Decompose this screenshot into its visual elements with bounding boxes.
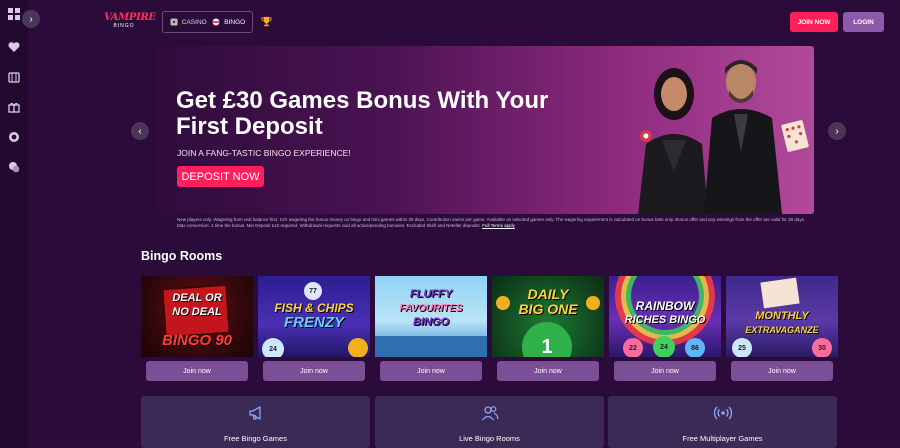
mode-switch: CASINO BINGO (162, 11, 253, 33)
card-label: Live Bingo Rooms (459, 434, 520, 443)
room-image: MONTHLY EXTRAVAGANZE 25 30 (726, 276, 838, 357)
chevron-left-icon: ‹ (138, 125, 142, 137)
room-image: DAILY BIG ONE 1 (492, 276, 604, 357)
room-card-fluffy-favourites[interactable]: FLUFFY FAVOURITES BINGO Join now (375, 276, 487, 382)
casino-icon (170, 18, 178, 26)
room-title-line2: RICHES BINGO (624, 314, 706, 326)
bingo-icon (212, 18, 220, 26)
logo[interactable]: VAMPIRE BINGO (104, 12, 156, 33)
room-title-line1: DEAL OR (172, 292, 222, 304)
mode-casino[interactable]: CASINO (170, 18, 207, 26)
room-title-line1: DAILY (527, 286, 569, 302)
mode-casino-label: CASINO (181, 18, 207, 26)
card-live-bingo-rooms[interactable]: Live Bingo Rooms (375, 396, 604, 448)
bingo-ball: 22 (623, 338, 643, 357)
room-card-monthly-extravaganze[interactable]: MONTHLY EXTRAVAGANZE 25 30 Join now (726, 276, 838, 382)
mode-bingo-label: BINGO (224, 18, 246, 26)
bingo-rooms-list: DEAL OR NO DEAL BINGO 90 Join now 77 FIS… (141, 276, 838, 382)
room-title-line1: MONTHLY (755, 310, 809, 322)
hero-people-image (638, 60, 809, 214)
full-terms-link[interactable]: Full Terms apply (482, 223, 515, 228)
bingo-ball (348, 338, 368, 357)
card-label: Free Multiplayer Games (682, 434, 763, 443)
chevron-right-icon: › (835, 125, 839, 137)
join-now-button[interactable]: JOIN NOW (790, 12, 838, 32)
logo-wordmark: VAMPIRE (104, 12, 156, 23)
bingo-ball: 30 (812, 338, 832, 357)
hero-subtitle: JOIN A FANG-TASTIC BINGO EXPERIENCE! (177, 148, 351, 158)
bingo-ball-one: 1 (522, 322, 572, 357)
trophy-icon[interactable] (261, 16, 272, 27)
carousel-prev-button[interactable]: ‹ (131, 122, 149, 140)
bingo-ball: 86 (685, 338, 705, 357)
deposit-now-button[interactable]: DEPOSIT NOW (177, 166, 264, 187)
room-title-line3: BINGO (412, 316, 450, 328)
room-title-line2: FRENZY (284, 314, 344, 331)
chip-icon[interactable] (6, 129, 22, 145)
bingo-rooms-title: Bingo Rooms (141, 249, 223, 263)
hero-title: Get £30 Games Bonus With Your First Depo… (176, 87, 549, 140)
room-card-fish-chips-frenzy[interactable]: 77 FISH & CHIPS FRENZY 24 Join now (258, 276, 370, 382)
coin-graphic (586, 296, 600, 310)
card-free-bingo-games[interactable]: Free Bingo Games (141, 396, 370, 448)
gift-icon[interactable] (6, 99, 22, 115)
heart-icon[interactable] (6, 39, 22, 55)
sidebar (0, 0, 28, 448)
room-title-line1: FLUFFY (409, 288, 453, 300)
mode-bingo[interactable]: BINGO (212, 18, 245, 26)
room-image: RAINBOW RICHES BINGO 22 24 86 (609, 276, 721, 357)
room-card-daily-big-one[interactable]: DAILY BIG ONE 1 Join now (492, 276, 604, 382)
bingo-ball: 24 (653, 336, 675, 357)
join-room-button[interactable]: Join now (380, 361, 482, 381)
room-card-deal-or-no-deal[interactable]: DEAL OR NO DEAL BINGO 90 Join now (141, 276, 253, 382)
join-room-button[interactable]: Join now (263, 361, 365, 381)
hero-banner: Get £30 Games Bonus With Your First Depo… (156, 46, 814, 214)
join-room-button[interactable]: Join now (731, 361, 833, 381)
room-title-line2: BIG ONE (518, 301, 578, 317)
bingo-ball: 25 (732, 338, 752, 357)
logo-subtitle: BINGO (113, 23, 135, 29)
join-room-button[interactable]: Join now (497, 361, 599, 381)
grid-icon[interactable] (6, 6, 22, 22)
carousel-next-button[interactable]: › (828, 122, 846, 140)
sea-graphic (375, 336, 487, 357)
card-free-multiplayer-games[interactable]: Free Multiplayer Games (608, 396, 837, 448)
login-button[interactable]: LOGIN (843, 12, 884, 32)
broadcast-icon (713, 406, 732, 420)
casino-icon[interactable] (6, 69, 22, 85)
ticket-graphic (760, 277, 800, 309)
chat-icon[interactable] (6, 159, 22, 175)
card-label: Free Bingo Games (224, 434, 287, 443)
room-title-line3: BINGO 90 (161, 332, 233, 349)
room-title-line2: FAVOURITES (399, 303, 463, 314)
room-image: FLUFFY FAVOURITES BINGO (375, 276, 487, 357)
join-room-button[interactable]: Join now (146, 361, 248, 381)
bingo-ball: 77 (304, 282, 322, 300)
header: VAMPIRE BINGO CASINO BINGO JOIN NOW LOGI… (28, 0, 900, 44)
room-image: DEAL OR NO DEAL BINGO 90 (141, 276, 253, 357)
room-image: 77 FISH & CHIPS FRENZY 24 (258, 276, 370, 357)
join-room-button[interactable]: Join now (614, 361, 716, 381)
room-card-rainbow-riches[interactable]: RAINBOW RICHES BINGO 22 24 86 Join now (609, 276, 721, 382)
room-title-line1: RAINBOW (635, 299, 695, 313)
megaphone-icon (248, 406, 261, 420)
users-icon (481, 406, 499, 421)
terms-text: New players only. Wagering from real bal… (177, 217, 813, 229)
coin-graphic (496, 296, 510, 310)
bingo-ball: 24 (262, 338, 284, 357)
room-title-line2: EXTRAVAGANZE (745, 325, 819, 335)
room-title-line2: NO DEAL (172, 306, 222, 318)
